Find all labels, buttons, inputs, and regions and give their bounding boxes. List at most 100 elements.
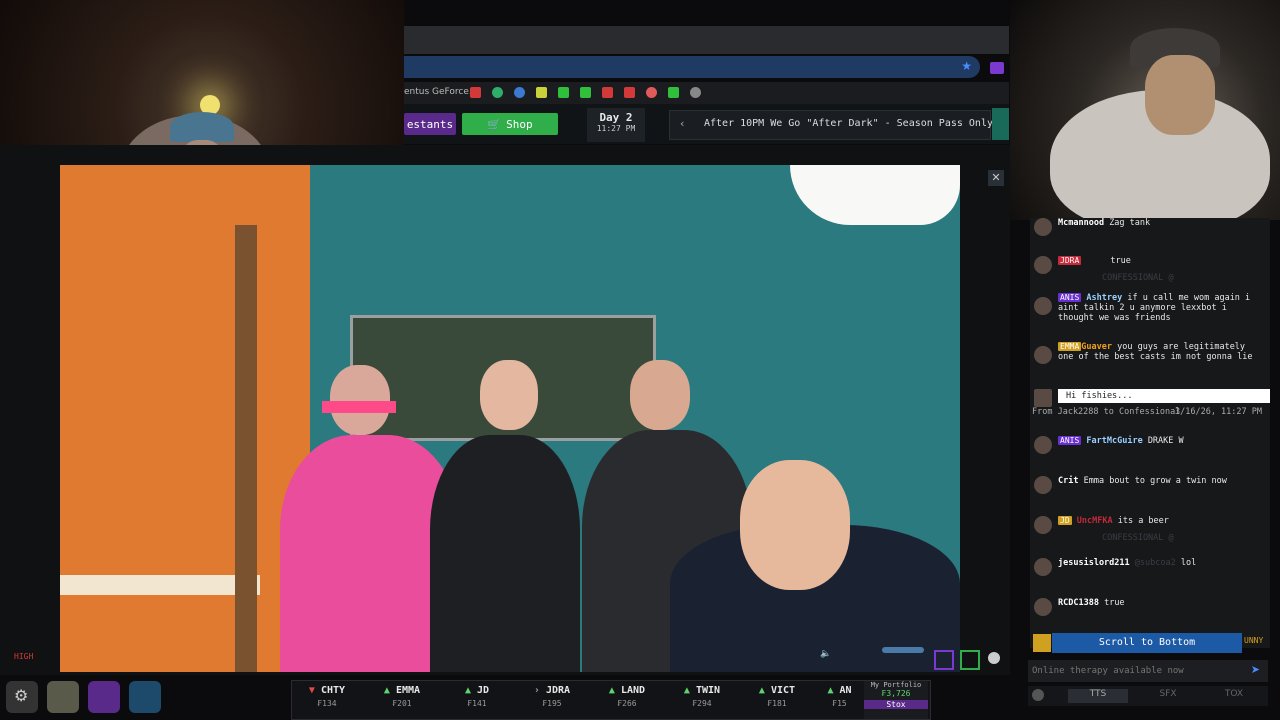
bookmark-star-icon[interactable]: ★: [961, 59, 972, 73]
ticker-price: ₣134: [317, 699, 337, 708]
chat-message: ANIS Ashtrey if u call me wom again i ai…: [1030, 293, 1270, 323]
fullscreen-icon[interactable]: [960, 650, 980, 670]
avatar: [1034, 297, 1052, 315]
ticker-price: ₣266: [617, 699, 637, 708]
ticker-name: JDRA: [545, 685, 571, 696]
stox-button[interactable]: Stox: [864, 700, 928, 709]
ticker-item-jdra[interactable]: › JDRA ₣195: [517, 685, 587, 708]
chat-message: ANIS FartMcGuire DRAKE W: [1030, 436, 1270, 454]
orange-wall: [60, 165, 310, 672]
bookmark-geforce[interactable]: entus GeForce...: [404, 87, 477, 97]
youtube-icon-1[interactable]: [602, 87, 613, 98]
pip-icon[interactable]: [934, 650, 954, 670]
shop-button[interactable]: 🛒 Shop: [462, 113, 558, 135]
send-icon[interactable]: ➤: [1251, 663, 1260, 676]
flat-arrow-icon: ›: [533, 685, 546, 696]
bookmark-icon-2[interactable]: [492, 87, 503, 98]
portfolio-value: ₣3,726: [881, 689, 911, 698]
kick-icon-2[interactable]: [580, 87, 591, 98]
ticker-item-vict[interactable]: ▲ VICT ₣181: [742, 685, 812, 708]
bookmark-icon-4[interactable]: [536, 87, 547, 98]
wood-beam: [235, 225, 257, 672]
chat-username[interactable]: jesusislord211: [1058, 558, 1130, 568]
tab-tts[interactable]: TTS: [1068, 689, 1128, 703]
settings-icon[interactable]: [1032, 689, 1044, 701]
chat-username[interactable]: RCDC1388: [1058, 598, 1099, 608]
ticker-item-jd[interactable]: ▲ JD ₣141: [442, 685, 512, 708]
settings-gear-icon[interactable]: ⚙: [6, 681, 38, 713]
tab-tox[interactable]: TOX: [1204, 689, 1264, 703]
ticker-price: ₣15: [832, 699, 847, 708]
side-tab[interactable]: [992, 108, 1009, 140]
chat-text: DRAKE W: [1147, 436, 1184, 446]
chat-username[interactable]: Mcmannood: [1058, 218, 1104, 228]
emote-icon[interactable]: [1033, 634, 1051, 652]
contestant-tag: ANIS: [1058, 436, 1082, 445]
portfolio-box[interactable]: My Portfolio ₣3,726 Stox: [864, 681, 928, 719]
contestant-tag: JDRA: [1058, 256, 1082, 265]
scroll-to-bottom-button[interactable]: Scroll to Bottom: [1052, 633, 1242, 653]
chat-text: true: [1104, 598, 1125, 608]
contestant-tag: JD: [1058, 516, 1072, 525]
inventory-icon[interactable]: [47, 681, 79, 713]
ticker-item-land[interactable]: ▲ LAND ₣266: [592, 685, 662, 708]
contestant-tag: ANIS: [1058, 293, 1082, 302]
video-feed: 🔈: [60, 165, 960, 672]
cart-icon: 🛒: [487, 117, 502, 131]
ticker-item-an[interactable]: ▲ AN ₣15: [817, 685, 862, 708]
quality-badge[interactable]: HIGH: [14, 652, 33, 661]
face-right: [1145, 55, 1215, 135]
volume-slider[interactable]: [882, 647, 924, 653]
ticker-item-chty[interactable]: ▼ CHTY ₣134: [292, 685, 362, 708]
chat-username[interactable]: Crit: [1058, 476, 1078, 486]
chat-text: true: [1110, 256, 1131, 266]
ticker-item-twin[interactable]: ▲ TWIN ₣294: [667, 685, 737, 708]
chat-message: Hi fishies... From Jack2288 to Confessio…: [1030, 389, 1270, 417]
bookmark-icon-1[interactable]: [470, 87, 481, 98]
chat-message: RCDC1388 true: [1030, 598, 1270, 616]
ticker-item-emma[interactable]: ▲ EMMA ₣201: [367, 685, 437, 708]
ticker-price: ₣141: [467, 699, 487, 708]
chat-input-bar: ➤: [1028, 660, 1268, 682]
avatar: [1034, 476, 1052, 494]
chat-message: JD UncMFKA its a beer CONFESSIONAL @: [1030, 516, 1270, 543]
volume-icon[interactable]: 🔈: [820, 649, 831, 659]
chat-tabs: TTS SFX TOX: [1028, 686, 1268, 706]
chat-text: Zag tank: [1109, 218, 1151, 228]
ticker-name: JD: [477, 685, 490, 696]
map-icon[interactable]: [129, 681, 161, 713]
bookmark-icon-3[interactable]: [514, 87, 525, 98]
face-pink: [330, 365, 390, 435]
chat-input[interactable]: [1030, 662, 1239, 680]
bookmarks-bar: entus GeForce...: [404, 82, 1009, 104]
confessional-note: CONFESSIONAL @: [1102, 533, 1174, 543]
faction-icon[interactable]: [88, 681, 120, 713]
face-front: [740, 460, 850, 590]
day-label: Day 2: [599, 111, 633, 124]
address-bar[interactable]: ★: [404, 56, 980, 78]
face-black-tee: [480, 360, 538, 430]
side-label: UNNY: [1244, 636, 1264, 645]
chat-username[interactable]: Guaver: [1081, 342, 1112, 352]
chevron-left-icon[interactable]: ‹: [680, 117, 684, 130]
contestants-button[interactable]: estants: [404, 113, 456, 135]
bookmark-icon-5[interactable]: [646, 87, 657, 98]
chat-username[interactable]: Ashtrey: [1086, 293, 1122, 303]
record-icon[interactable]: [988, 652, 1000, 664]
kick-icon-3[interactable]: [668, 87, 679, 98]
tab-sfx[interactable]: SFX: [1138, 689, 1198, 703]
announcement-text: After 10PM We Go "After Dark" - Season P…: [704, 118, 993, 129]
kick-icon-1[interactable]: [558, 87, 569, 98]
extension-icon[interactable]: [990, 62, 1004, 74]
chat-username[interactable]: UncMFKA: [1077, 516, 1113, 526]
shop-label: Shop: [506, 117, 533, 131]
headband: [322, 401, 396, 413]
chat-mention[interactable]: @subcoa2: [1135, 558, 1176, 568]
avatar: [1034, 389, 1052, 407]
up-arrow-icon: ▲: [464, 685, 477, 696]
chat-username[interactable]: FartMcGuire: [1086, 436, 1142, 446]
github-icon[interactable]: [690, 87, 701, 98]
close-icon[interactable]: ✕: [988, 170, 1004, 186]
youtube-icon-2[interactable]: [624, 87, 635, 98]
bucket-hat: [170, 112, 234, 142]
